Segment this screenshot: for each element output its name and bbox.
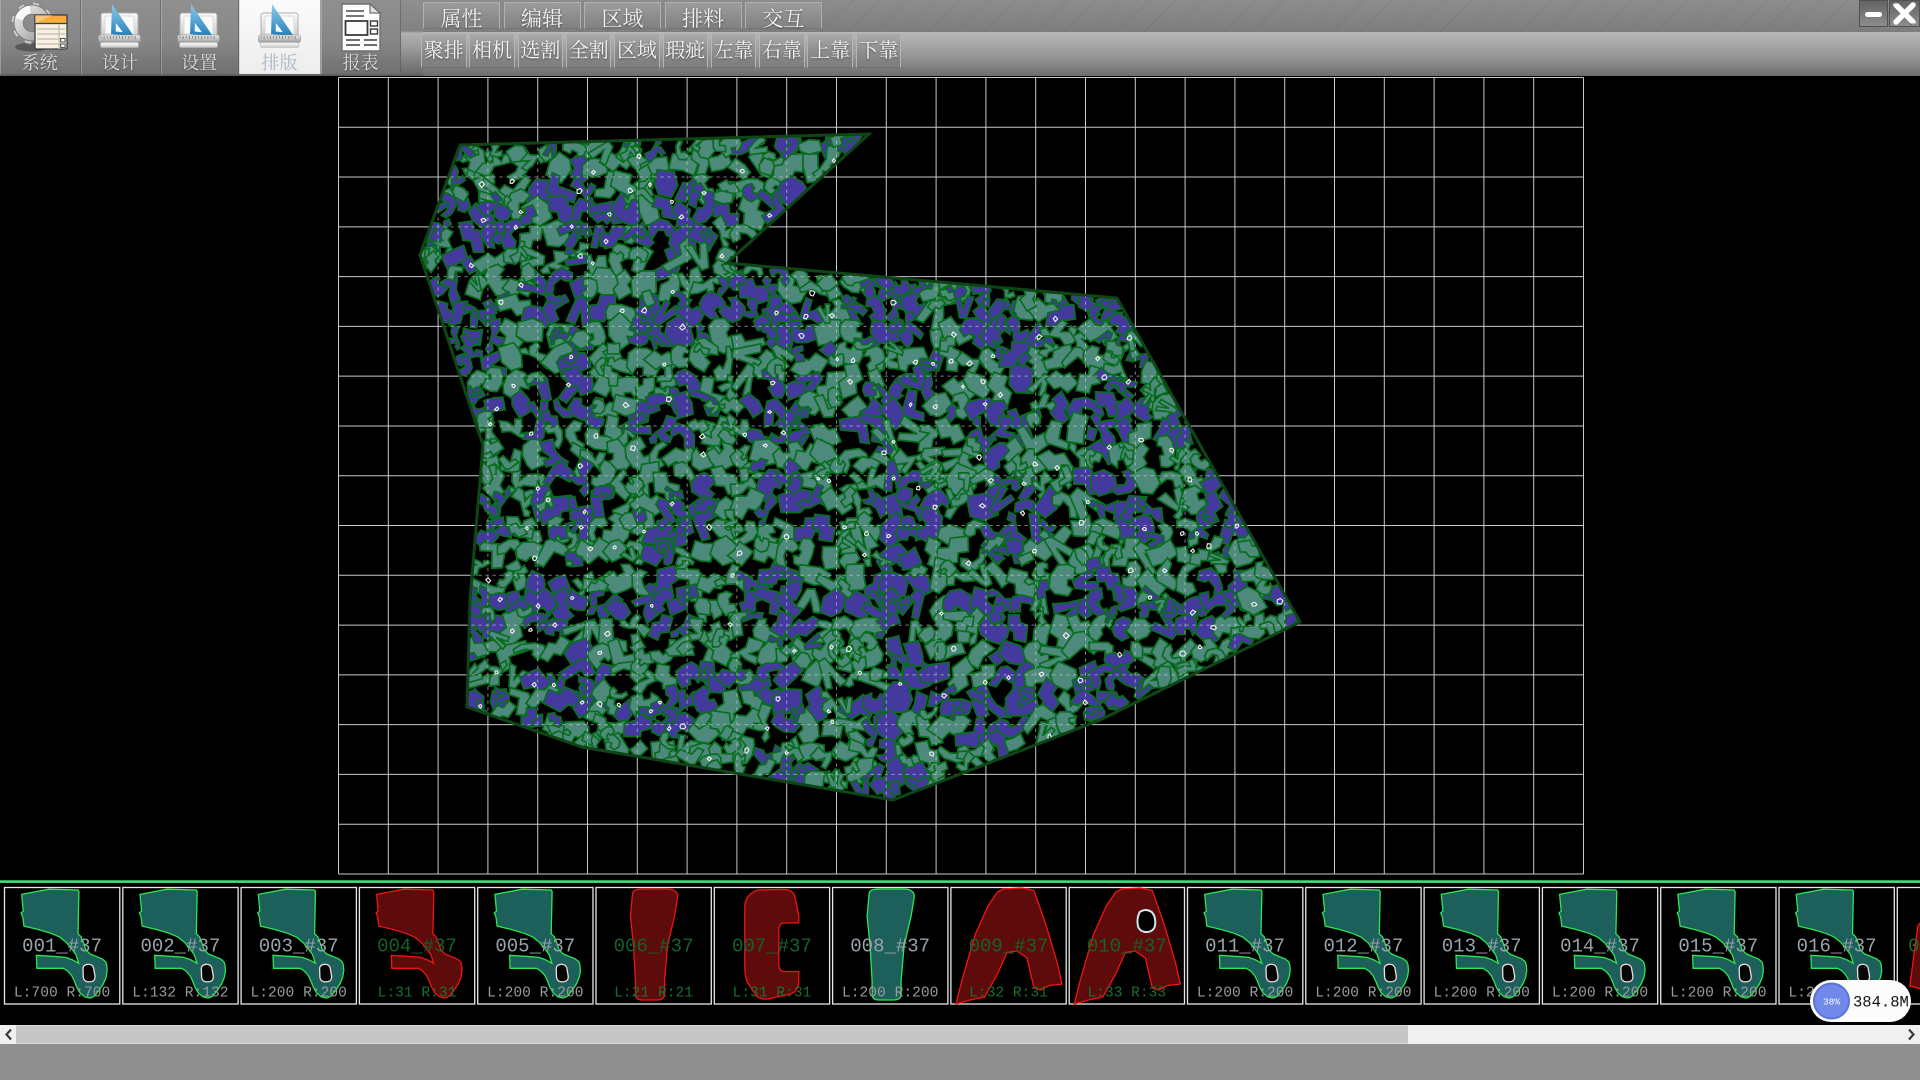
svg-text:38%: 38%	[1823, 997, 1840, 1008]
svg-text:L:32 R:31: L:32 R:31	[969, 986, 1048, 1002]
svg-text:L:21 R:21: L:21 R:21	[614, 986, 693, 1002]
svg-text:012_#37: 012_#37	[1323, 936, 1403, 958]
svg-text:002_#37: 002_#37	[140, 936, 220, 958]
svg-text:010_#37: 010_#37	[1087, 936, 1167, 958]
svg-text:L:132 R:132: L:132 R:132	[132, 986, 228, 1002]
svg-text:006_#37: 006_#37	[614, 936, 694, 958]
svg-text:013_#37: 013_#37	[1442, 936, 1522, 958]
svg-text:384.8M: 384.8M	[1853, 994, 1909, 1012]
svg-text:L:200 R:200: L:200 R:200	[1197, 986, 1293, 1002]
svg-text:016_#37: 016_#37	[1797, 936, 1877, 958]
svg-text:L:200 R:200: L:200 R:200	[1434, 986, 1530, 1002]
svg-text:0: 0	[1908, 936, 1919, 958]
svg-text:L:200 R:200: L:200 R:200	[487, 986, 583, 1002]
svg-text:008_#37: 008_#37	[850, 936, 930, 958]
svg-text:L:200 R:200: L:200 R:200	[842, 986, 938, 1002]
svg-text:007_#37: 007_#37	[732, 936, 812, 958]
svg-text:L:200 R:200: L:200 R:200	[1315, 986, 1411, 1002]
svg-text:L:200 R:200: L:200 R:200	[1670, 986, 1766, 1002]
svg-text:L:31 R:31: L:31 R:31	[378, 986, 457, 1002]
svg-text:L:33 R:33: L:33 R:33	[1087, 986, 1166, 1002]
svg-text:L:31 R:31: L:31 R:31	[732, 986, 811, 1002]
svg-text:005_#37: 005_#37	[495, 936, 575, 958]
svg-text:001_#37: 001_#37	[22, 936, 102, 958]
svg-text:009_#37: 009_#37	[969, 936, 1049, 958]
svg-text:014_#37: 014_#37	[1560, 936, 1640, 958]
svg-text:015_#37: 015_#37	[1678, 936, 1758, 958]
svg-text:003_#37: 003_#37	[259, 936, 339, 958]
svg-text:004_#37: 004_#37	[377, 936, 457, 958]
svg-text:L:200 R:200: L:200 R:200	[251, 986, 347, 1002]
svg-text:L:200 R:200: L:200 R:200	[1552, 986, 1648, 1002]
svg-text:L:700 R:700: L:700 R:700	[14, 986, 110, 1002]
svg-text:011_#37: 011_#37	[1205, 936, 1285, 958]
